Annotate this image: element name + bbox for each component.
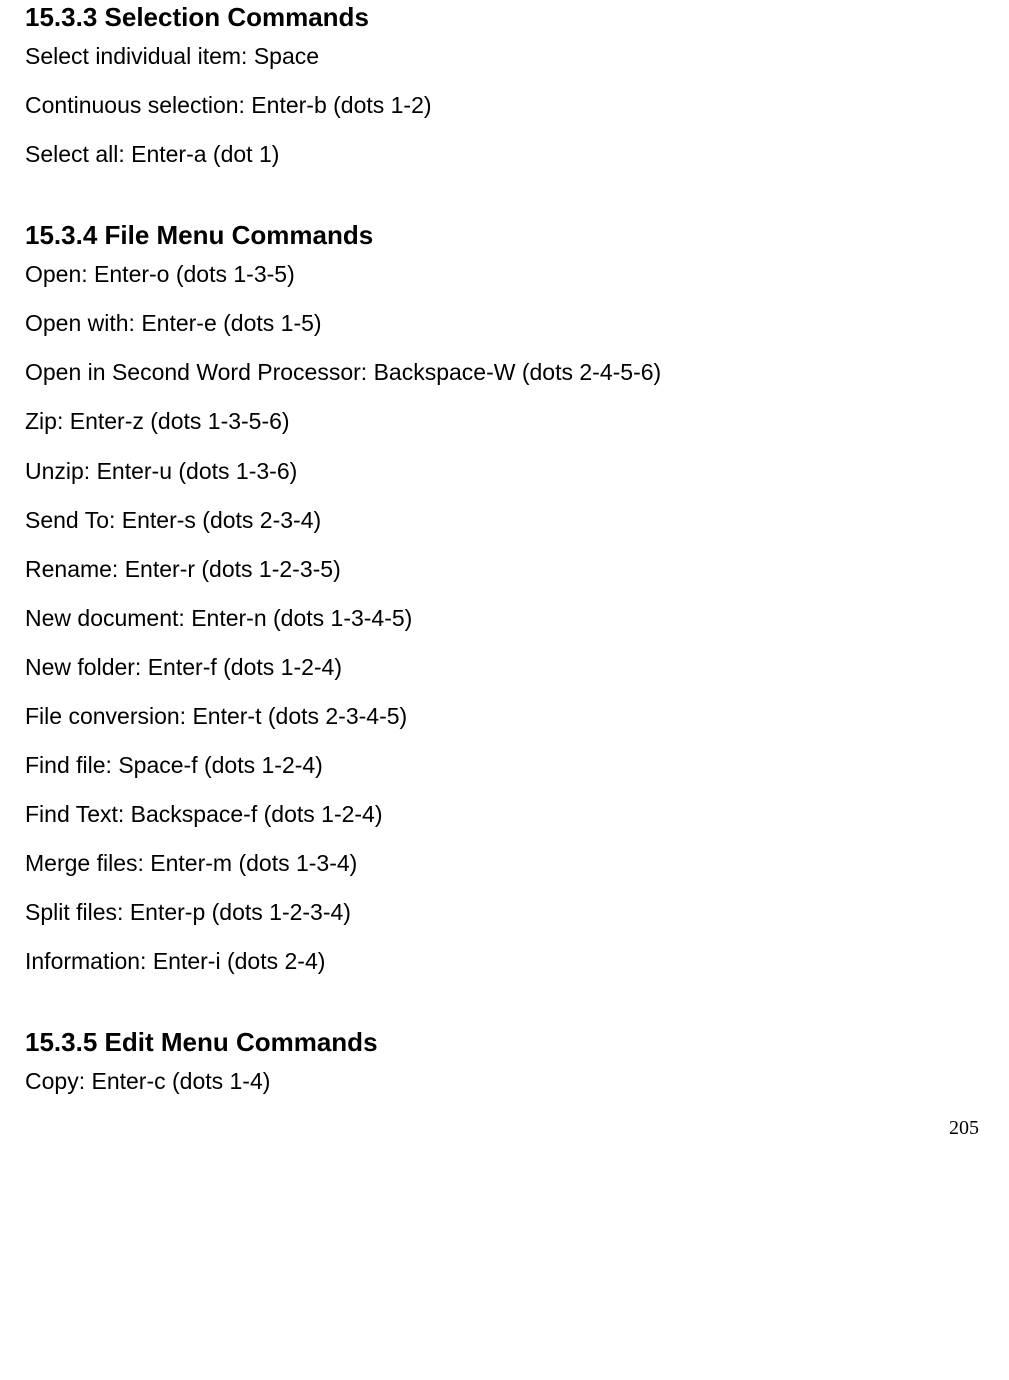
command-item: Select all: Enter-a (dot 1) — [25, 139, 984, 170]
command-item: Find Text: Backspace-f (dots 1-2-4) — [25, 799, 984, 830]
command-item: Split files: Enter-p (dots 1-2-3-4) — [25, 897, 984, 928]
section-heading: 15.3.5 Edit Menu Commands — [25, 1025, 984, 1060]
command-item: Select individual item: Space — [25, 41, 984, 72]
page-number: 205 — [949, 1115, 979, 1142]
command-item: Unzip: Enter-u (dots 1-3-6) — [25, 456, 984, 487]
section-heading: 15.3.3 Selection Commands — [25, 0, 984, 35]
command-item: Merge files: Enter-m (dots 1-3-4) — [25, 848, 984, 879]
command-item: Open in Second Word Processor: Backspace… — [25, 357, 984, 388]
command-item: Rename: Enter-r (dots 1-2-3-5) — [25, 554, 984, 585]
command-item: Continuous selection: Enter-b (dots 1-2) — [25, 90, 984, 121]
command-item: Send To: Enter-s (dots 2-3-4) — [25, 505, 984, 536]
command-item: Information: Enter-i (dots 2-4) — [25, 946, 984, 977]
command-item: File conversion: Enter-t (dots 2-3-4-5) — [25, 701, 984, 732]
command-item: Copy: Enter-c (dots 1-4) — [25, 1066, 984, 1097]
command-item: New document: Enter-n (dots 1-3-4-5) — [25, 603, 984, 634]
section-heading: 15.3.4 File Menu Commands — [25, 218, 984, 253]
command-item: New folder: Enter-f (dots 1-2-4) — [25, 652, 984, 683]
command-item: Open with: Enter-e (dots 1-5) — [25, 308, 984, 339]
command-item: Zip: Enter-z (dots 1-3-5-6) — [25, 406, 984, 437]
command-item: Open: Enter-o (dots 1-3-5) — [25, 259, 984, 290]
command-item: Find file: Space-f (dots 1-2-4) — [25, 750, 984, 781]
